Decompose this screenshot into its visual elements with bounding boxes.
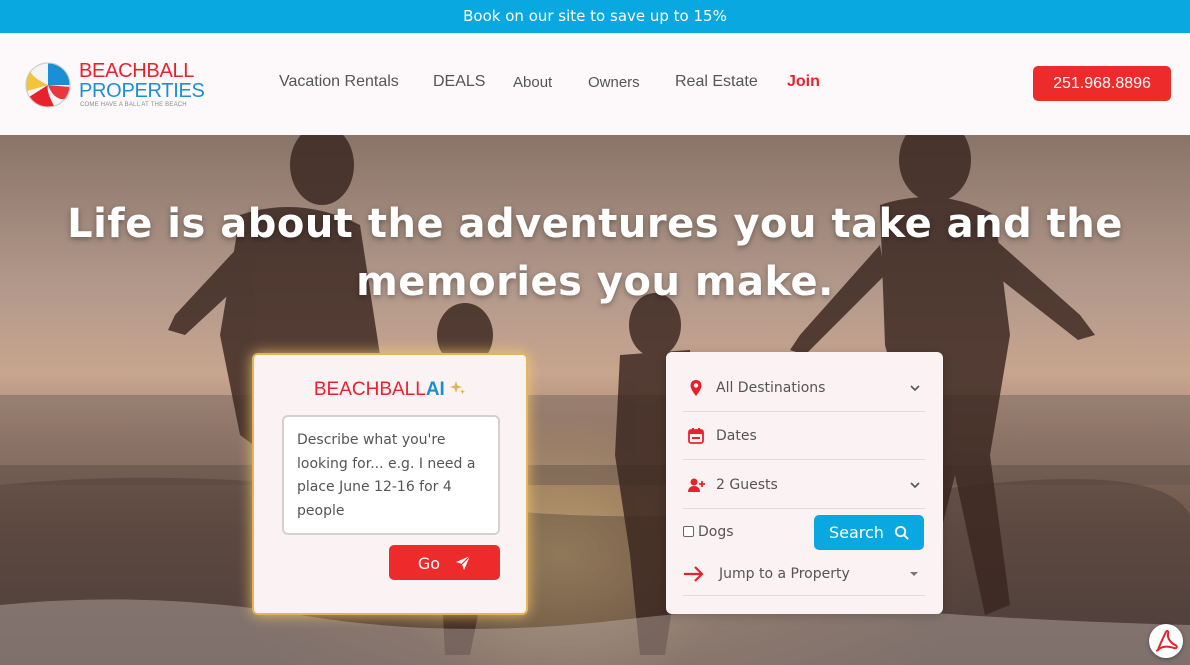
beach-ball-icon: [25, 62, 71, 108]
nav-deals[interactable]: DEALS: [433, 73, 485, 91]
jump-to-property-select[interactable]: Jump to a Property: [683, 552, 925, 596]
dogs-label: Dogs: [698, 524, 734, 540]
ai-title-ai: AI: [425, 379, 445, 400]
hero-headline: Life is about the adventures you take an…: [67, 201, 1123, 305]
property-search-card: All Destinations Dates 2 Guests Dogs Sea…: [666, 352, 943, 614]
search-icon: [894, 525, 909, 540]
search-button[interactable]: Search: [814, 515, 924, 550]
destination-value: All Destinations: [716, 380, 826, 396]
nav-vacation-rentals[interactable]: Vacation Rentals: [279, 73, 399, 91]
nav-about[interactable]: About: [513, 74, 552, 91]
ai-description-input[interactable]: [282, 415, 500, 535]
ai-card-title: BEACHBALLAI: [254, 379, 526, 401]
ai-search-card: BEACHBALLAI Go: [252, 353, 528, 615]
jump-to-property-label: Jump to a Property: [719, 566, 850, 582]
guests-select[interactable]: 2 Guests: [683, 461, 925, 509]
arrow-right-icon: [684, 566, 704, 582]
pdf-icon[interactable]: [1149, 624, 1183, 658]
acrobat-icon: [1155, 629, 1178, 652]
promo-banner-text[interactable]: Book on our site to save up to 15%: [463, 7, 727, 25]
dogs-checkbox-box[interactable]: [683, 526, 694, 537]
add-user-icon: [688, 478, 705, 492]
map-pin-icon: [690, 380, 702, 396]
logo-tagline: COME HAVE A BALL AT THE BEACH: [80, 102, 187, 108]
chevron-down-icon: [910, 385, 920, 392]
nav-owners[interactable]: Owners: [588, 74, 640, 91]
nav-real-estate[interactable]: Real Estate: [675, 73, 758, 91]
site-logo[interactable]: BEACHBALL PROPERTIES COME HAVE A BALL AT…: [24, 60, 214, 112]
ai-go-label: Go: [417, 553, 441, 573]
phone-button[interactable]: 251.968.8896: [1033, 66, 1171, 101]
caret-down-icon: [910, 572, 918, 576]
site-header: BEACHBALL PROPERTIES COME HAVE A BALL AT…: [0, 33, 1190, 135]
dates-label: Dates: [716, 428, 757, 444]
hero-section: Life is about the adventures you take an…: [0, 135, 1190, 665]
send-icon: [456, 555, 471, 570]
guests-value: 2 Guests: [716, 477, 778, 493]
ai-go-button[interactable]: Go: [389, 545, 500, 580]
sparkle-icon: [450, 381, 466, 395]
destination-select[interactable]: All Destinations: [683, 364, 925, 412]
logo-wordmark-bottom: PROPERTIES: [79, 80, 205, 102]
chevron-down-icon: [910, 482, 920, 489]
logo-wordmark-top: BEACHBALL: [79, 60, 195, 82]
calendar-icon: [688, 428, 704, 444]
ai-title-brand: BEACHBALL: [313, 379, 426, 400]
nav-join[interactable]: Join: [787, 73, 820, 91]
dogs-checkbox[interactable]: Dogs: [683, 515, 734, 549]
dates-field[interactable]: Dates: [683, 412, 925, 460]
search-button-label: Search: [828, 523, 884, 542]
promo-banner[interactable]: Book on our site to save up to 15%: [0, 0, 1190, 33]
